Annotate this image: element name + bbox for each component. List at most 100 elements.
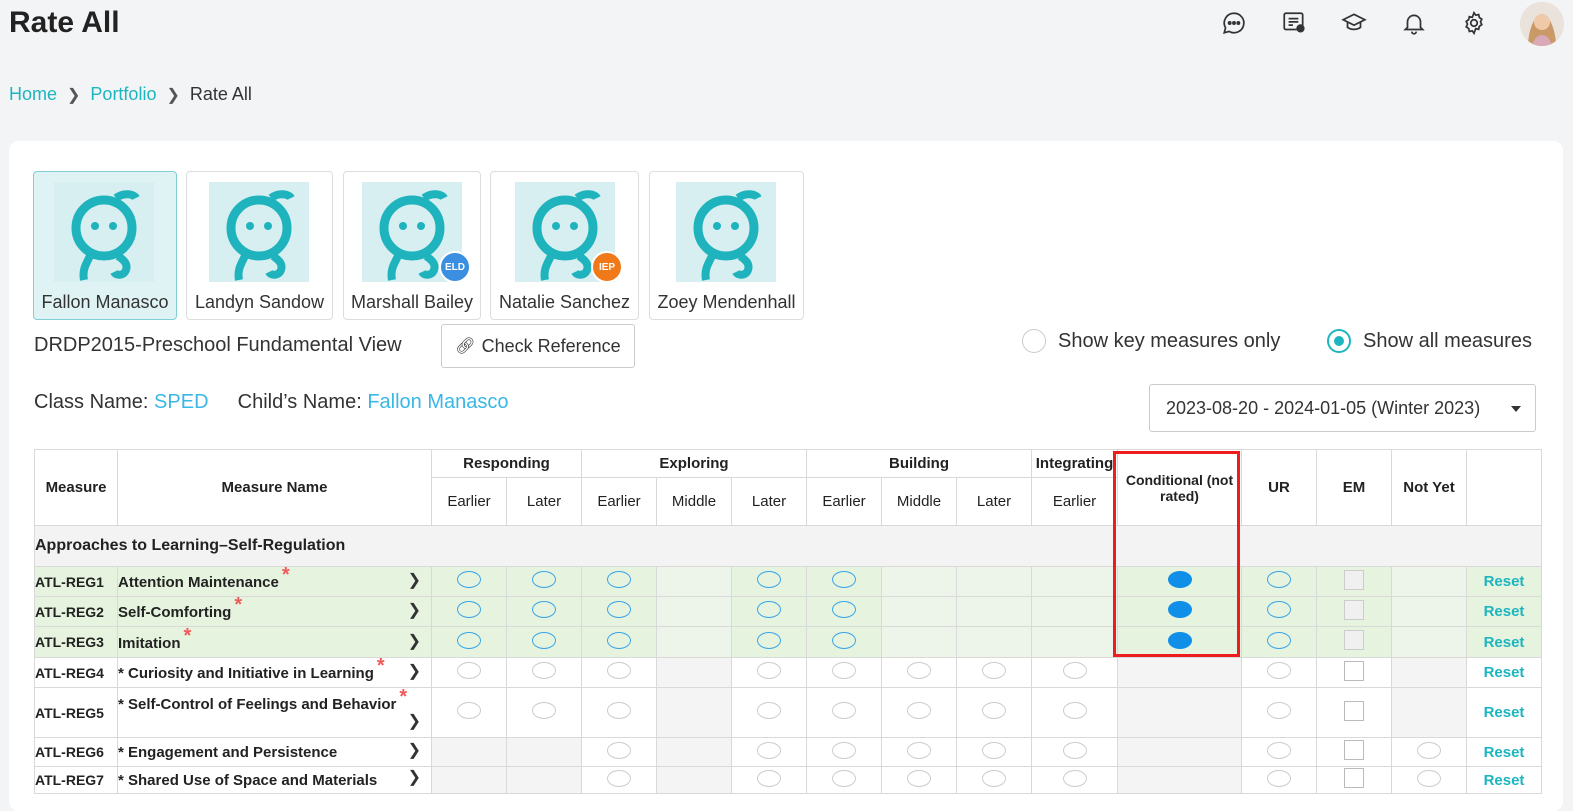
rating-radio[interactable] [757,601,781,618]
rating-radio[interactable] [982,769,1006,787]
rating-radio[interactable] [532,702,556,719]
rating-radio[interactable] [832,571,856,588]
chevron-right-icon[interactable]: ❯ [408,740,421,760]
rating-radio[interactable] [907,702,931,719]
graduation-cap-icon[interactable] [1339,8,1369,38]
chevron-right-icon[interactable]: ❯ [408,661,421,681]
not-yet-radio[interactable] [1417,741,1441,759]
rating-radio[interactable] [832,702,856,719]
rating-radio[interactable] [1062,769,1087,787]
ur-radio[interactable] [1267,601,1291,618]
breadcrumb-home-link[interactable]: Home [9,84,57,105]
measure-name[interactable]: * Curiosity and Initiative in Learning * ❯ [117,655,432,688]
child-card-fallon-manasco[interactable]: Fallon Manasco [33,171,177,320]
rating-radio[interactable] [832,769,856,787]
breadcrumb-portfolio-link[interactable]: Portfolio [90,84,156,105]
class-name-value[interactable]: SPED [154,391,208,413]
conditional-radio-selected[interactable] [1167,601,1192,618]
rating-radio[interactable] [457,631,481,649]
child-name-value[interactable]: Fallon Manasco [367,391,508,413]
measure-name[interactable]: Imitation * ❯ [117,625,432,658]
rating-radio[interactable] [532,601,556,618]
chevron-right-icon[interactable]: ❯ [408,600,421,620]
measure-name[interactable]: Attention Maintenance * ❯ [117,564,432,597]
rating-radio[interactable] [832,662,856,679]
ur-radio[interactable] [1267,741,1291,759]
rating-radio[interactable] [607,741,631,759]
conditional-radio-selected[interactable] [1167,571,1192,588]
reset-button[interactable]: Reset [1484,573,1525,590]
rating-radio[interactable] [532,631,556,649]
rating-radio[interactable] [832,741,856,759]
child-card-zoey-mendenhall[interactable]: Zoey Mendenhall [649,171,804,320]
rating-radio[interactable] [832,631,856,649]
rating-radio[interactable] [607,702,631,719]
chevron-right-icon[interactable]: ❯ [408,631,421,651]
rating-radio[interactable] [457,601,481,618]
em-checkbox[interactable] [1344,630,1364,650]
period-select[interactable]: 2023-08-20 - 2024-01-05 (Winter 2023) [1149,384,1536,432]
reset-button[interactable]: Reset [1484,744,1525,761]
chevron-right-icon[interactable]: ❯ [408,570,421,590]
rating-radio[interactable] [982,702,1006,719]
rating-radio[interactable] [607,662,631,679]
em-checkbox[interactable] [1344,740,1364,760]
em-checkbox[interactable] [1344,569,1364,590]
child-card-landyn-sandow[interactable]: Landyn Sandow [186,171,333,320]
reset-button[interactable]: Reset [1484,634,1525,651]
em-checkbox[interactable] [1344,768,1364,788]
reset-button[interactable]: Reset [1484,772,1525,789]
ur-radio[interactable] [1267,571,1291,588]
measure-name[interactable]: * Engagement and Persistence ❯ [117,737,432,767]
bell-icon[interactable] [1399,8,1429,38]
rating-radio[interactable] [757,662,781,679]
child-card-marshall-bailey[interactable]: ELD Marshall Bailey [343,171,481,320]
avatar[interactable] [1520,2,1564,46]
rating-radio[interactable] [457,662,481,679]
chevron-right-icon[interactable]: ❯ [408,767,421,787]
rating-radio[interactable] [457,702,481,719]
rating-radio[interactable] [757,631,781,649]
rating-radio[interactable] [907,741,931,759]
chat-icon[interactable] [1219,8,1249,38]
rating-radio[interactable] [607,769,631,787]
rating-radio[interactable] [532,662,556,679]
measure-name[interactable]: * Shared Use of Space and Materials ❯ [117,766,432,794]
notes-icon[interactable] [1279,8,1309,38]
em-checkbox[interactable] [1344,700,1364,721]
ur-radio[interactable] [1267,662,1291,679]
ur-radio[interactable] [1267,631,1291,649]
em-checkbox[interactable] [1344,660,1364,681]
check-reference-button[interactable]: 🔗︎ Check Reference [441,324,635,368]
show-key-measures-radio[interactable]: Show key measures only [1022,329,1280,353]
em-checkbox[interactable] [1344,599,1364,620]
rating-radio[interactable] [907,769,931,787]
reset-button[interactable]: Reset [1484,603,1525,620]
conditional-radio-selected[interactable] [1167,631,1192,649]
rating-radio[interactable] [907,662,931,679]
rating-radio[interactable] [757,741,781,759]
rating-radio[interactable] [607,571,631,588]
measure-name[interactable]: Self-Comforting * ❯ [117,594,432,627]
rating-radio[interactable] [982,741,1006,759]
rating-radio[interactable] [757,702,781,719]
reset-button[interactable]: Reset [1484,664,1525,681]
rating-radio[interactable] [832,601,856,618]
ur-radio[interactable] [1267,702,1291,719]
ur-radio[interactable] [1267,769,1291,787]
rating-radio[interactable] [1062,741,1087,759]
not-yet-radio[interactable] [1417,769,1441,787]
rating-radio[interactable] [457,571,481,588]
rating-radio[interactable] [607,601,631,618]
reset-button[interactable]: Reset [1484,704,1525,721]
rating-radio[interactable] [982,662,1006,679]
rating-radio[interactable] [757,769,781,787]
rating-radio[interactable] [607,631,631,649]
rating-radio[interactable] [1062,662,1087,679]
gear-icon[interactable] [1459,8,1489,38]
show-all-measures-radio[interactable]: Show all measures [1327,329,1532,353]
child-card-natalie-sanchez[interactable]: IEP Natalie Sanchez [490,171,639,320]
chevron-right-icon[interactable]: ❯ [408,711,421,731]
rating-radio[interactable] [757,571,781,588]
rating-radio[interactable] [532,571,556,588]
